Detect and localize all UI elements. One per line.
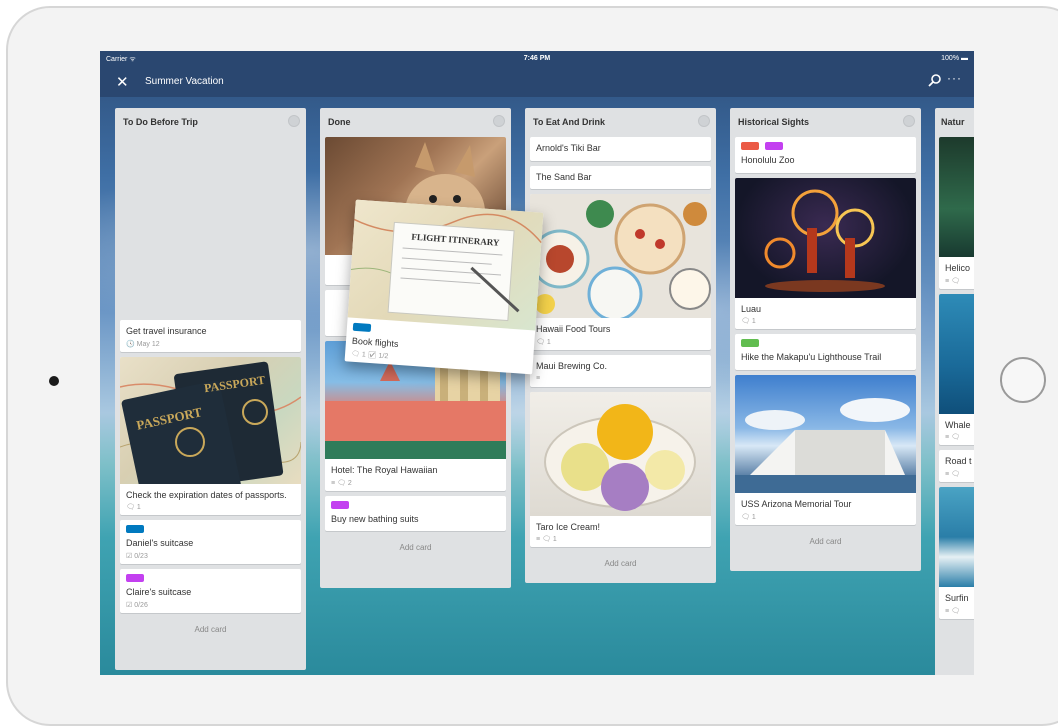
card-luau[interactable]: Luau 🗨 1 [735,177,916,330]
list-title: Natur [941,117,965,127]
food-image [530,194,711,319]
list-options-icon[interactable] [698,115,710,127]
app-screen: Carrier ᯤ 7:46 PM 100% ▬ ✕ Summer Vacati… [100,51,974,675]
list-options-icon[interactable] [493,115,505,127]
add-card-button[interactable]: Add card [730,530,921,554]
more-icon[interactable]: ··· [947,71,962,85]
passport-image: PASSPORT PASSPORT [120,356,301,484]
card-taro-ice-cream[interactable]: Taro Ice Cream! ≡ 🗨 1 [530,391,711,548]
card-claires-suitcase[interactable]: Claire's suitcase ☑ 0/26 [120,569,301,613]
search-icon[interactable] [928,73,942,87]
list-title: To Eat And Drink [533,117,605,127]
close-icon[interactable]: ✕ [116,73,129,91]
card-the-sand-bar[interactable]: The Sand Bar [530,165,711,190]
memorial-image [735,375,916,494]
card-helicopter[interactable]: Helico ≡ 🗨 [939,137,974,289]
list-options-icon[interactable] [288,115,300,127]
card-arnolds-tiki-bar[interactable]: Arnold's Tiki Bar [530,137,711,161]
list-options-icon[interactable] [903,115,915,127]
list-to-do-before-trip: To Do Before Trip Get travel insurance 🕓… [115,108,306,670]
drop-placeholder [115,137,306,320]
card-whale[interactable]: Whale ≡ 🗨 [939,293,974,446]
whale-image [939,293,974,414]
board-header: ✕ Summer Vacation ··· [100,68,974,97]
label-green [741,339,759,348]
label-purple [126,574,144,583]
ice-cream-image [530,391,711,516]
add-card-button[interactable]: Add card [115,618,306,642]
board-title: Summer Vacation [145,76,224,87]
list-title: Historical Sights [738,117,810,127]
list-title: Done [328,117,351,127]
card-surfing[interactable]: Surfin ≡ 🗨 [939,487,974,619]
label-red [741,142,759,150]
list-historical-sights: Historical Sights Honolulu Zoo Luau 🗨 1 … [730,108,921,571]
card-daniels-suitcase[interactable]: Daniel's suitcase ☑ 0/23 [120,520,301,565]
card-makapuu-trail[interactable]: Hike the Makapu'u Lighthouse Trail [735,334,916,371]
helicopter-image [939,137,974,257]
card-honolulu-zoo[interactable]: Honolulu Zoo [735,137,916,173]
card-book-flights-dragging[interactable]: FLIGHT ITINERARY Book flights 🗨 1 ☑ 1/2 [344,199,544,375]
card-passports[interactable]: PASSPORT PASSPORT Check the expiration d… [120,356,301,516]
label-purple [765,142,784,150]
card-uss-arizona[interactable]: USS Arizona Memorial Tour 🗨 1 [735,375,916,525]
battery-indicator: 100% ▬ [941,55,968,62]
label-blue [126,525,144,534]
front-camera [49,376,59,386]
list-nature-partial: Natur Helico ≡ 🗨 Whale ≡ 🗨 Road t ≡ 🗨 Su… [935,108,974,675]
clock: 7:46 PM [523,55,551,62]
add-card-button[interactable]: Add card [525,552,716,576]
card-get-travel-insurance[interactable]: Get travel insurance 🕓 May 12 [120,320,301,352]
card-bathing-suits[interactable]: Buy new bathing suits [325,495,506,532]
label-purple [331,500,349,509]
label-blue [352,322,372,332]
home-button[interactable] [1000,357,1046,403]
card-hawaii-food-tours[interactable]: Hawaii Food Tours 🗨 1 [530,194,711,351]
list-to-eat-and-drink: To Eat And Drink Arnold's Tiki Bar The S… [525,108,716,583]
status-bar: Carrier ᯤ 7:46 PM 100% ▬ [100,51,974,68]
card-maui-brewing[interactable]: Maui Brewing Co. ≡ [530,355,711,387]
surf-image [939,487,974,588]
luau-image [735,177,916,298]
add-card-button[interactable]: Add card [320,536,511,560]
list-title: To Do Before Trip [123,117,198,127]
flight-itinerary-image: FLIGHT ITINERARY [347,199,544,331]
card-road-trip[interactable]: Road t ≡ 🗨 [939,450,974,483]
